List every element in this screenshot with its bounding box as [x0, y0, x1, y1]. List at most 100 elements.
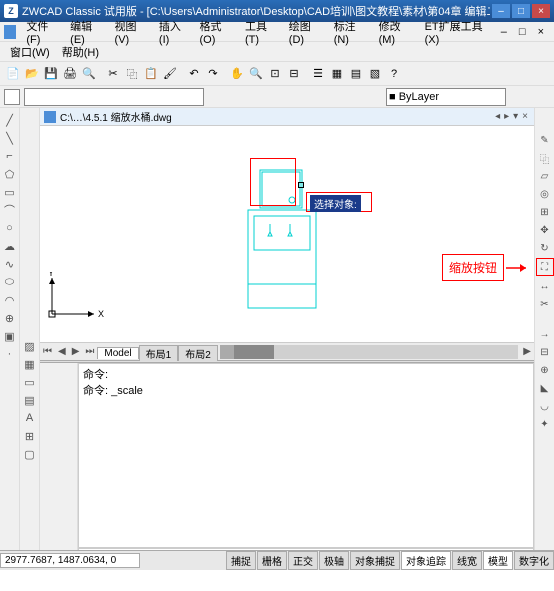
menu-view[interactable]: 视图(V): [109, 16, 153, 48]
mdi-minimize-button[interactable]: –: [495, 24, 513, 40]
region-icon[interactable]: ▭: [22, 374, 38, 390]
circle-icon[interactable]: ○: [2, 220, 18, 236]
ellipse-icon[interactable]: ⬭: [2, 274, 18, 290]
drawing-canvas[interactable]: 选择对象: 缩放按钮 X Y: [40, 126, 534, 342]
erase-icon[interactable]: ✎: [537, 132, 553, 148]
chamfer-icon[interactable]: ◣: [537, 380, 553, 396]
status-ortho[interactable]: 正交: [288, 551, 318, 570]
addsel-icon[interactable]: ⊞: [22, 428, 38, 444]
table-icon[interactable]: ▤: [22, 392, 38, 408]
layer-select[interactable]: [24, 88, 204, 106]
ellipsearc-icon[interactable]: ◠: [2, 292, 18, 308]
menu-dim[interactable]: 标注(N): [328, 16, 373, 48]
status-lwt[interactable]: 线宽: [452, 551, 482, 570]
props-icon[interactable]: ☰: [309, 65, 327, 83]
doc-tab-label[interactable]: C:\…\4.5.1 缩放水桶.dwg: [60, 109, 172, 124]
maximize-button[interactable]: □: [512, 4, 530, 18]
close-button[interactable]: ×: [532, 4, 550, 18]
horizontal-scrollbar[interactable]: [220, 345, 519, 359]
preview-icon[interactable]: 🔍: [80, 65, 98, 83]
cut-icon[interactable]: ✂: [104, 65, 122, 83]
join-icon[interactable]: ⊕: [537, 362, 553, 378]
redo-icon[interactable]: ↷: [204, 65, 222, 83]
calc-icon[interactable]: ▧: [366, 65, 384, 83]
rect-icon[interactable]: ▭: [2, 184, 18, 200]
menu-insert[interactable]: 插入(I): [153, 16, 194, 48]
xline-icon[interactable]: ╲: [2, 130, 18, 146]
save-icon[interactable]: 💾: [42, 65, 60, 83]
status-otrack[interactable]: 对象追踪: [401, 551, 451, 570]
zoom-rt-icon[interactable]: 🔍: [247, 65, 265, 83]
gradient-icon[interactable]: ▦: [22, 356, 38, 372]
trim-icon[interactable]: ✂: [537, 296, 553, 312]
color-swatch[interactable]: [4, 89, 20, 105]
menu-window[interactable]: 窗口(W): [4, 42, 56, 62]
move-icon[interactable]: ✥: [537, 222, 553, 238]
explode-icon[interactable]: ✦: [537, 416, 553, 432]
coordinates-display[interactable]: 2977.7687, 1487.0634, 0: [0, 553, 140, 568]
tab-menu-icon[interactable]: ▾: [511, 111, 520, 122]
tab-prev2-icon[interactable]: ◀: [55, 346, 69, 357]
hatch-icon[interactable]: ▨: [22, 338, 38, 354]
revcloud-icon[interactable]: ☁: [2, 238, 18, 254]
pan-icon[interactable]: ✋: [228, 65, 246, 83]
menu-draw[interactable]: 绘图(D): [283, 16, 328, 48]
status-polar[interactable]: 极轴: [319, 551, 349, 570]
block-icon[interactable]: ▣: [2, 328, 18, 344]
extend-icon[interactable]: →: [537, 326, 553, 342]
arc-icon[interactable]: ⌒: [2, 202, 18, 218]
dc-icon[interactable]: ▦: [328, 65, 346, 83]
copy-icon[interactable]: ⿻: [123, 65, 141, 83]
zoom-prev-icon[interactable]: ⊟: [285, 65, 303, 83]
scroll-right-icon[interactable]: ▶: [520, 346, 534, 357]
break-icon[interactable]: ⊟: [537, 344, 553, 360]
tool-icon[interactable]: ▤: [347, 65, 365, 83]
menu-tools[interactable]: 工具(T): [239, 16, 283, 48]
fillet-icon[interactable]: ◡: [537, 398, 553, 414]
command-history[interactable]: 命令: 命令: _scale: [78, 363, 534, 548]
offset-icon[interactable]: ◎: [537, 186, 553, 202]
polygon-icon[interactable]: ⬠: [2, 166, 18, 182]
tab-next2-icon[interactable]: ▶: [69, 346, 83, 357]
status-model[interactable]: 模型: [483, 551, 513, 570]
menu-modify[interactable]: 修改(M): [373, 16, 419, 48]
match-icon[interactable]: 🖌: [161, 65, 179, 83]
mtext-icon[interactable]: A: [22, 410, 38, 426]
tab-close-icon[interactable]: ×: [520, 111, 530, 122]
tab-layout2[interactable]: 布局2: [178, 345, 218, 361]
point-icon[interactable]: ·: [2, 346, 18, 362]
pline-icon[interactable]: ⌐: [2, 148, 18, 164]
insert-icon[interactable]: ⊕: [2, 310, 18, 326]
open-icon[interactable]: 📂: [23, 65, 41, 83]
copy2-icon[interactable]: ⿻: [537, 150, 553, 166]
mdi-close-button[interactable]: ×: [532, 24, 550, 40]
menu-format[interactable]: 格式(O): [194, 16, 239, 48]
scale-icon[interactable]: ⛶: [536, 258, 554, 276]
menu-help[interactable]: 帮助(H): [56, 42, 105, 62]
spline-icon[interactable]: ∿: [2, 256, 18, 272]
help-icon[interactable]: ?: [385, 65, 403, 83]
line-icon[interactable]: ╱: [2, 112, 18, 128]
undo-icon[interactable]: ↶: [185, 65, 203, 83]
mirror-icon[interactable]: ▱: [537, 168, 553, 184]
status-snap[interactable]: 捕捉: [226, 551, 256, 570]
print-icon[interactable]: 🖨: [61, 65, 79, 83]
tab-first-icon[interactable]: ⏮: [40, 346, 55, 357]
zoom-win-icon[interactable]: ⊡: [266, 65, 284, 83]
tab-layout1[interactable]: 布局1: [139, 345, 179, 361]
status-grid[interactable]: 栅格: [257, 551, 287, 570]
command-input[interactable]: 选择对象:: [78, 548, 534, 550]
mdi-restore-button[interactable]: □: [513, 24, 532, 40]
tab-model[interactable]: Model: [97, 347, 138, 359]
array-icon[interactable]: ⊞: [537, 204, 553, 220]
tab-next-icon[interactable]: ▸: [502, 111, 511, 122]
tab-last-icon[interactable]: ⏭: [82, 346, 97, 357]
menu-et[interactable]: ET扩展工具(X): [419, 16, 495, 48]
stretch-icon[interactable]: ↔: [537, 278, 553, 294]
linetype-select[interactable]: ■ ByLayer: [386, 88, 506, 106]
status-osnap[interactable]: 对象捕捉: [350, 551, 400, 570]
new-icon[interactable]: 📄: [4, 65, 22, 83]
paste-icon[interactable]: 📋: [142, 65, 160, 83]
rotate-icon[interactable]: ↻: [537, 240, 553, 256]
wipeout-icon[interactable]: ▢: [22, 446, 38, 462]
